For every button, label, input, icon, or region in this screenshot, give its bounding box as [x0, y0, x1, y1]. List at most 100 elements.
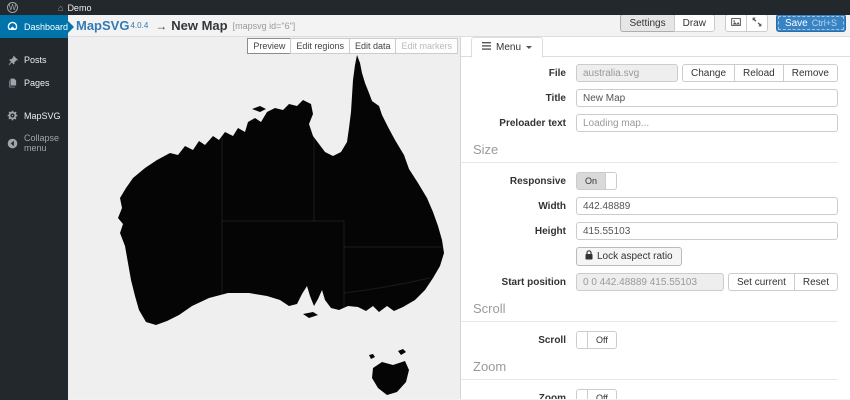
view-button-group	[725, 14, 768, 32]
menu-dropdown-tab[interactable]: Menu	[471, 37, 543, 58]
sidebar-item-label: Pages	[24, 78, 50, 88]
reload-file-button[interactable]: Reload	[734, 64, 784, 82]
menu-tab-label: Menu	[496, 42, 521, 53]
width-label: Width	[461, 201, 566, 212]
map-preview-panel: Preview Edit regions Edit data Edit mark…	[68, 37, 460, 399]
sidebar-collapse-menu[interactable]: Collapse menu	[0, 127, 68, 159]
map-shortcode: [mapsvg id="6"]	[233, 21, 296, 31]
site-name: Demo	[67, 3, 91, 13]
height-label: Height	[461, 226, 566, 237]
sidebar-item-label: MapSVG	[24, 111, 61, 121]
sidebar-item-label: Collapse menu	[24, 133, 61, 153]
height-input[interactable]	[576, 222, 838, 240]
responsive-row: Responsive On	[461, 172, 838, 190]
zoom-toggle[interactable]: Off	[576, 389, 617, 399]
save-label: Save	[785, 18, 808, 29]
lock-aspect-row: Lock aspect ratio	[461, 247, 838, 266]
pages-icon	[7, 77, 18, 88]
preloader-row: Preloader text	[461, 114, 838, 132]
image-icon	[731, 17, 741, 30]
save-shortcut: Ctrl+S	[812, 18, 837, 28]
start-position-row: Start position Set current Reset	[461, 273, 838, 291]
sidebar-item-label: Dashboard	[24, 22, 68, 32]
chevron-down-icon	[526, 46, 532, 52]
map-settings-panel: Menu File Change Reload Remove	[460, 37, 850, 399]
tasmania-region	[372, 361, 409, 395]
wp-admin-bar: W ⌂ Demo	[0, 0, 850, 15]
admin-bar-site-link[interactable]: ⌂ Demo	[58, 3, 91, 13]
settings-form: File Change Reload Remove Title	[461, 57, 850, 399]
remove-file-button[interactable]: Remove	[783, 64, 838, 82]
tab-edit-data[interactable]: Edit data	[349, 38, 397, 54]
zoom-label: Zoom	[461, 393, 566, 400]
toggle-knob	[577, 332, 588, 348]
tab-preview[interactable]: Preview	[247, 38, 291, 54]
preloader-input[interactable]	[576, 114, 838, 132]
home-icon: ⌂	[58, 3, 63, 13]
fullscreen-button[interactable]	[746, 14, 768, 32]
title-input[interactable]	[576, 89, 838, 107]
snapshot-button[interactable]	[725, 14, 747, 32]
width-row: Width	[461, 197, 838, 215]
settings-button[interactable]: Settings	[620, 14, 674, 32]
king-island	[369, 354, 375, 359]
zoom-section-header: Zoom	[461, 356, 838, 380]
draw-button[interactable]: Draw	[674, 14, 715, 32]
map-mode-tabs: Preview Edit regions Edit data Edit mark…	[248, 38, 458, 54]
toggle-state-label: Off	[588, 332, 616, 348]
toggle-state-label: On	[577, 173, 605, 189]
wordpress-logo-icon[interactable]: W	[7, 2, 18, 13]
toggle-knob	[605, 173, 616, 189]
main-content: MapSVG 4.0.4 → New Map [mapsvg id="6"] S…	[68, 15, 850, 400]
scroll-label: Scroll	[461, 335, 566, 346]
toggle-state-label: Off	[588, 390, 616, 399]
preloader-label: Preloader text	[461, 118, 566, 129]
pushpin-icon	[7, 54, 18, 65]
width-input[interactable]	[576, 197, 838, 215]
lock-aspect-label: Lock aspect ratio	[597, 251, 673, 262]
scroll-row: Scroll Off	[461, 331, 838, 349]
responsive-toggle[interactable]: On	[576, 172, 617, 190]
gear-icon	[7, 110, 18, 121]
height-row: Height	[461, 222, 838, 240]
page-title: New Map	[171, 18, 227, 33]
sidebar-item-label: Posts	[24, 55, 47, 65]
title-label: Title	[461, 93, 566, 104]
arrow-separator: →	[155, 19, 167, 33]
top-toolbar: Settings Draw Save Ctrl+S	[620, 14, 846, 32]
kangaroo-island	[303, 312, 318, 318]
scroll-toggle[interactable]: Off	[576, 331, 617, 349]
page-header: MapSVG 4.0.4 → New Map [mapsvg id="6"] S…	[68, 15, 850, 37]
sidebar-item-mapsvg[interactable]: MapSVG	[0, 104, 68, 127]
change-file-button[interactable]: Change	[682, 64, 735, 82]
hamburger-icon	[482, 42, 491, 53]
start-position-buttons: Set current Reset	[728, 273, 838, 291]
zoom-row: Zoom Off	[461, 389, 838, 399]
australia-mainland-region	[118, 55, 444, 325]
panel-tabbar: Menu	[461, 37, 850, 57]
file-row: File Change Reload Remove	[461, 64, 838, 82]
start-position-label: Start position	[461, 277, 566, 288]
australia-map-svg[interactable]	[76, 49, 456, 399]
tab-edit-markers[interactable]: Edit markers	[395, 38, 458, 54]
file-button-group: Change Reload Remove	[682, 64, 838, 82]
sidebar-item-pages[interactable]: Pages	[0, 71, 68, 94]
save-button[interactable]: Save Ctrl+S	[776, 14, 846, 32]
app-name-link[interactable]: MapSVG	[76, 18, 129, 33]
sidebar-item-dashboard[interactable]: Dashboard	[0, 15, 68, 38]
size-section-header: Size	[461, 139, 838, 163]
start-position-input[interactable]	[576, 273, 724, 291]
lock-aspect-ratio-button[interactable]: Lock aspect ratio	[576, 247, 682, 266]
responsive-label: Responsive	[461, 176, 566, 187]
app-version: 4.0.4	[130, 21, 148, 30]
title-row: Title	[461, 89, 838, 107]
reset-button[interactable]: Reset	[794, 273, 838, 291]
toggle-knob	[577, 390, 588, 399]
file-input[interactable]	[576, 64, 678, 82]
sidebar-item-posts[interactable]: Posts	[0, 48, 68, 71]
mode-button-group: Settings Draw	[620, 14, 714, 32]
set-current-button[interactable]: Set current	[728, 273, 795, 291]
tab-edit-regions[interactable]: Edit regions	[290, 38, 350, 54]
wp-sidebar: Dashboard Posts Pages MapSVG Collapse me…	[0, 15, 68, 400]
lock-icon	[585, 250, 593, 263]
